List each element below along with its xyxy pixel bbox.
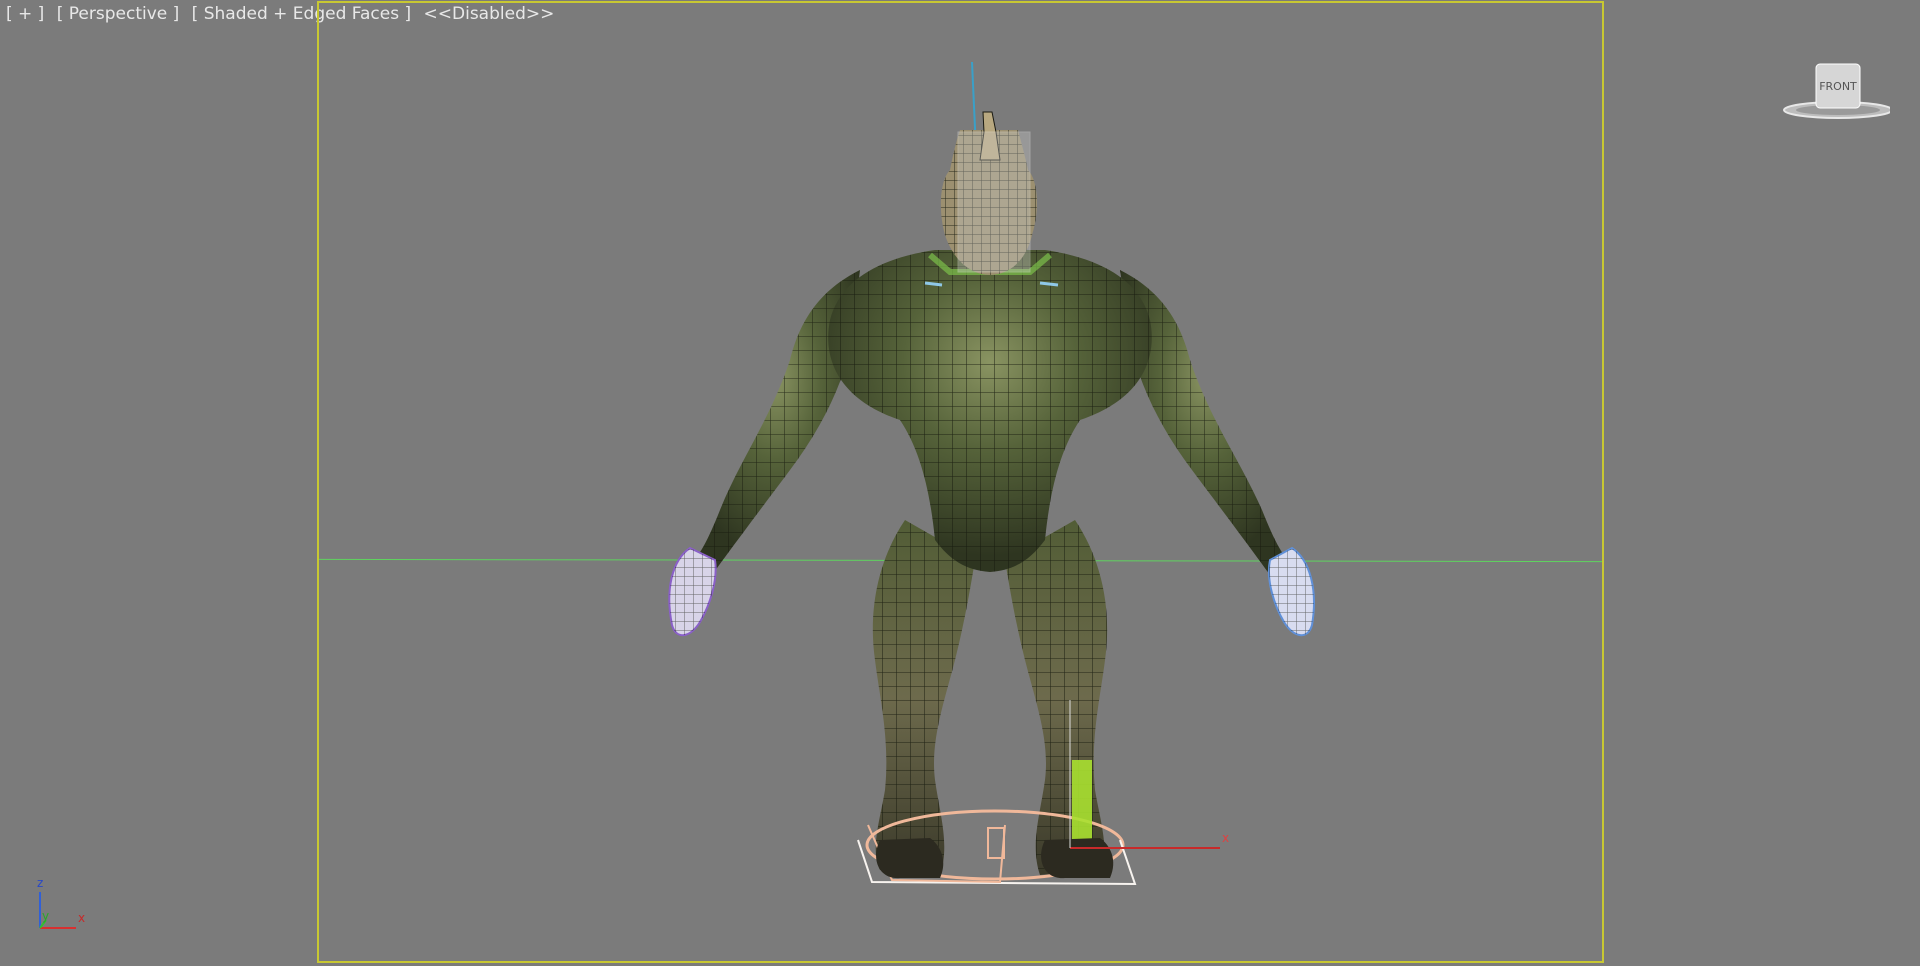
shading-mode-button[interactable]: [ Shaded + Edged Faces ] bbox=[192, 4, 411, 24]
left-leg bbox=[872, 520, 975, 875]
view-type-button[interactable]: [ Perspective ] bbox=[57, 4, 180, 24]
axis-y-label: y bbox=[42, 909, 49, 923]
right-hand bbox=[1268, 546, 1315, 637]
axis-tripod: z x y bbox=[30, 870, 100, 940]
head[interactable] bbox=[940, 111, 1037, 275]
viewcube-icon[interactable]: FRONT bbox=[1780, 58, 1893, 122]
perspective-viewport[interactable]: x [ + ] [ Perspective ] [ Shaded + Edged… bbox=[0, 0, 1920, 966]
viewport-status-text: <<Disabled>> bbox=[423, 4, 555, 24]
character-model[interactable]: x bbox=[0, 0, 1920, 966]
viewport-label-bar: [ + ] [ Perspective ] [ Shaded + Edged F… bbox=[6, 4, 561, 24]
viewcube-face-label: FRONT bbox=[1819, 80, 1857, 93]
left-hand bbox=[668, 546, 717, 637]
torso bbox=[828, 250, 1152, 572]
axis-z-label: z bbox=[37, 876, 43, 890]
axis-x-label: x bbox=[78, 911, 85, 925]
viewport-menu-button[interactable]: [ + ] bbox=[6, 4, 44, 24]
gizmo-x-label: x bbox=[1222, 831, 1229, 845]
